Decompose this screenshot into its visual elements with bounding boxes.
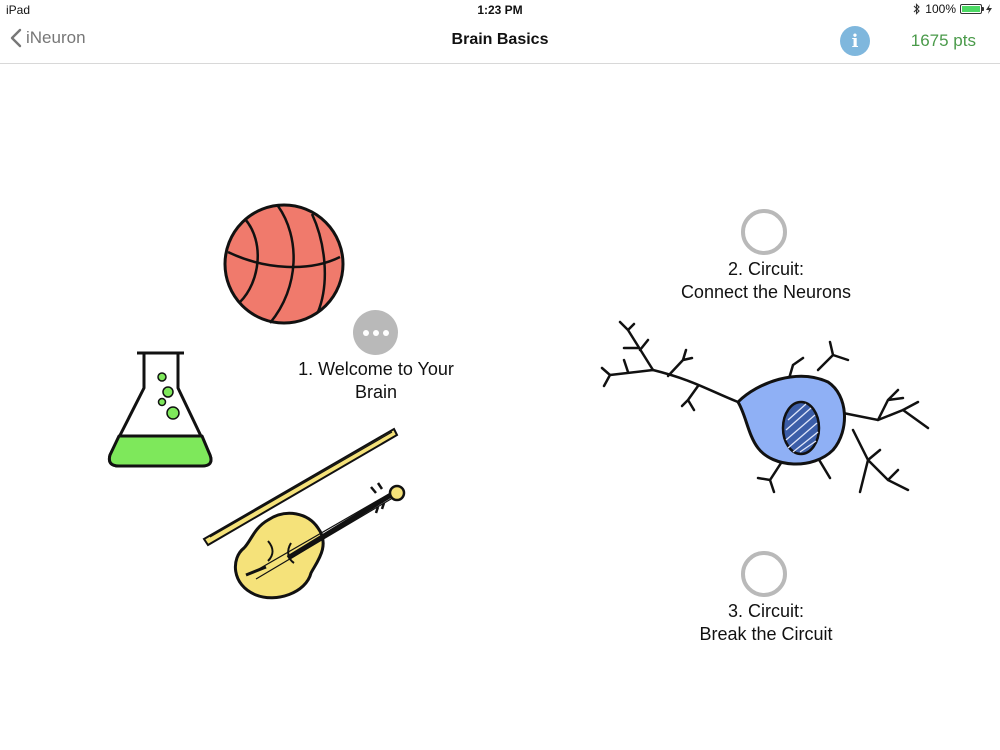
- lesson-2-status-ring[interactable]: [741, 209, 787, 255]
- points-label: 1675 pts: [910, 31, 976, 50]
- lesson-3-title-line-1: 3. Circuit:: [727, 601, 805, 621]
- back-chevron-icon: [10, 28, 22, 48]
- basketball-illustration: [223, 203, 345, 325]
- more-icon-dot: [372, 329, 379, 336]
- lesson-3-status-ring[interactable]: [741, 551, 787, 597]
- charging-icon: [986, 4, 992, 14]
- status-bar: iPad 1:23 PM 100%: [0, 0, 1000, 20]
- lesson-3-label[interactable]: 3. Circuit: Break the Circuit: [646, 600, 886, 646]
- back-button[interactable]: iNeuron: [10, 28, 86, 48]
- lesson-2-title-line-2: Connect the Neurons: [680, 282, 852, 302]
- battery-percent: 100%: [925, 2, 956, 16]
- more-icon-dot: [382, 329, 389, 336]
- bluetooth-icon: [913, 3, 921, 15]
- back-label: iNeuron: [26, 28, 86, 47]
- status-right: 100%: [913, 2, 992, 16]
- violin-illustration: [202, 427, 406, 600]
- status-time: 1:23 PM: [477, 3, 523, 17]
- lesson-1-progress-button[interactable]: [353, 310, 398, 355]
- lesson-1-title-line-2: Brain: [354, 382, 398, 402]
- lesson-1-label[interactable]: 1. Welcome to Your Brain: [276, 358, 476, 404]
- info-button[interactable]: i: [840, 26, 870, 56]
- more-icon-dot: [362, 329, 369, 336]
- app-screen: iPad 1:23 PM 100% iNeuron Brain Basics i…: [0, 0, 1000, 750]
- neuron-illustration: [600, 320, 930, 494]
- battery-icon: [960, 4, 984, 14]
- info-icon: i: [851, 30, 859, 52]
- battery-fill: [962, 6, 980, 12]
- lesson-2-label[interactable]: 2. Circuit: Connect the Neurons: [646, 258, 886, 304]
- navigation-bar: iNeuron Brain Basics i 1675 pts: [0, 20, 1000, 64]
- lesson-3-title-line-2: Break the Circuit: [699, 624, 833, 644]
- lesson-1-title-line-1: 1. Welcome to Your: [298, 359, 454, 379]
- lesson-2-title-line-1: 2. Circuit:: [727, 259, 805, 279]
